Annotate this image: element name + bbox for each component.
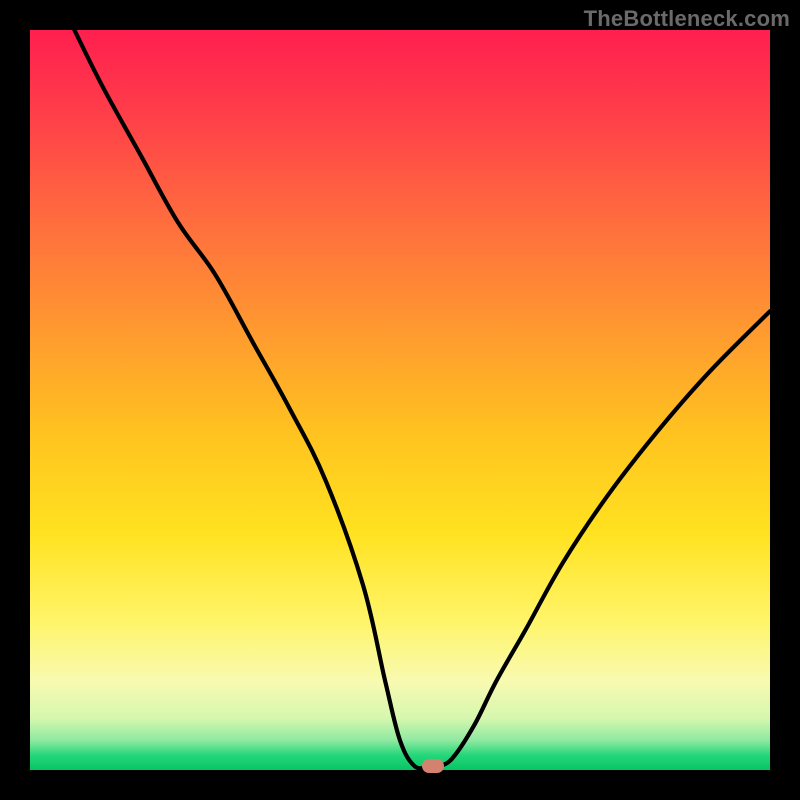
curve-path [74, 30, 770, 768]
chart-frame: TheBottleneck.com [0, 0, 800, 800]
watermark-text: TheBottleneck.com [584, 6, 790, 32]
optimum-marker [422, 759, 444, 773]
plot-area [30, 30, 770, 770]
bottleneck-curve [30, 30, 770, 770]
